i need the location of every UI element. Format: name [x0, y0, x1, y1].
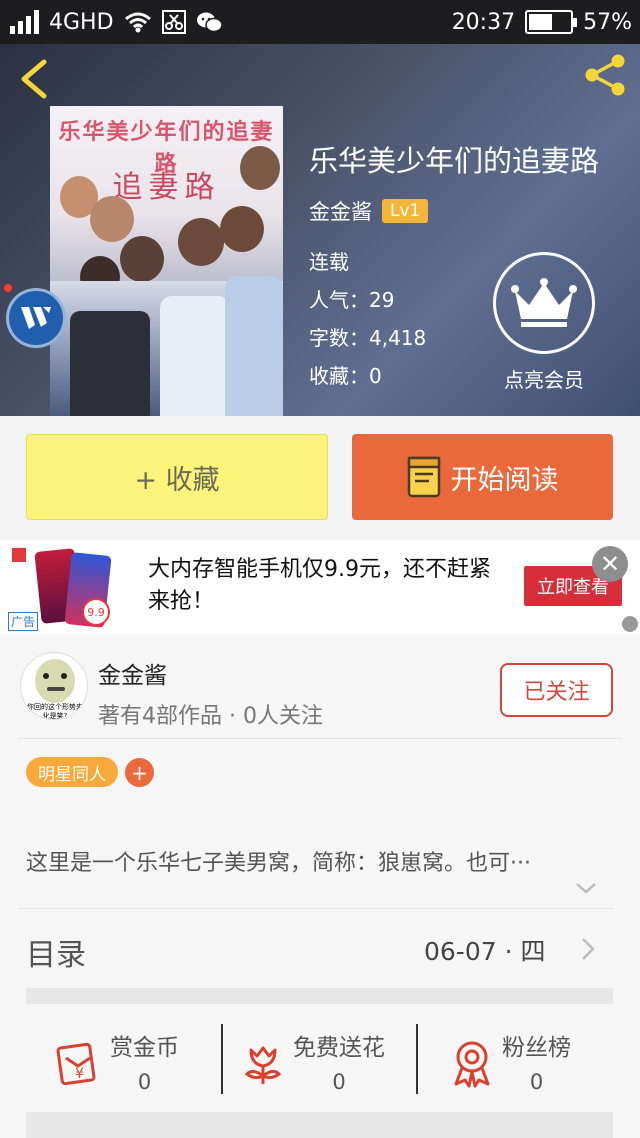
- share-icon[interactable]: [582, 52, 628, 98]
- back-icon[interactable]: [16, 58, 52, 100]
- reward-coins-button[interactable]: ¥ 赏金币 0: [56, 1028, 179, 1094]
- ribbon-medal-icon: [454, 1041, 490, 1088]
- stat-label: 免费送花: [293, 1035, 385, 1061]
- chevron-down-icon[interactable]: [574, 880, 598, 896]
- stat-label: 赏金币: [110, 1035, 179, 1061]
- collect-label: + 收藏: [134, 464, 220, 496]
- add-tag-button[interactable]: +: [125, 758, 154, 787]
- coin-envelope-icon: ¥: [56, 1042, 96, 1086]
- stat-value: 0: [137, 1070, 152, 1094]
- toc-label[interactable]: 目录: [26, 930, 86, 974]
- divider: [416, 1024, 418, 1094]
- send-flower-button[interactable]: 免费送花 0: [243, 1028, 385, 1094]
- divider: [221, 1024, 223, 1094]
- book-status: 连载: [309, 250, 349, 274]
- app-logo-icon: [21, 307, 51, 329]
- section-separator: [26, 1112, 613, 1138]
- author-name[interactable]: 金金酱: [98, 656, 167, 690]
- ad-choices-icon[interactable]: [622, 616, 638, 632]
- book-cover[interactable]: 乐华美少年们的追妻路 追妻路: [50, 106, 283, 416]
- vip-label: 点亮会员: [504, 368, 584, 392]
- book-author[interactable]: 金金酱: [309, 196, 372, 226]
- book-description[interactable]: 这里是一个乐华七子美男窝，简称：狼崽窝。也可···: [26, 845, 531, 877]
- book-word-count: 字数：4,418: [309, 326, 427, 350]
- scissors-icon: [161, 10, 186, 34]
- clock: 20:37: [451, 9, 516, 35]
- battery-icon: [525, 10, 578, 34]
- crown-icon: [511, 278, 577, 327]
- vip-button[interactable]: [493, 252, 595, 354]
- book-favorites: 收藏：0: [309, 364, 382, 388]
- divider: [18, 738, 622, 739]
- ad-banner[interactable]: 9.9 广告 大内存智能手机仅9.9元，还不赶紧来抢！ 立即查看 ✕: [0, 540, 640, 634]
- follow-button[interactable]: 已关注: [500, 663, 613, 717]
- floating-action-button[interactable]: [6, 288, 66, 348]
- section-separator: [26, 988, 613, 1004]
- stat-label: 粉丝榜: [502, 1035, 571, 1061]
- wifi-icon: [124, 12, 151, 33]
- book-popularity: 人气：29: [309, 288, 395, 312]
- genre-tag[interactable]: 明星同人: [26, 757, 118, 787]
- book-author-row: 金金酱 Lv1: [309, 196, 429, 226]
- start-reading-button[interactable]: 开始阅读: [352, 434, 613, 520]
- avatar-caption-2: 化是笑?: [42, 712, 68, 720]
- avatar-caption-1: 你回的这个形势来: [27, 703, 83, 711]
- network-type: 4GHD: [49, 9, 114, 35]
- toc-latest-date[interactable]: 06-07 · 四: [424, 932, 546, 968]
- wechat-icon: [196, 12, 223, 33]
- ad-close-button[interactable]: ✕: [592, 546, 628, 582]
- ad-text: 大内存智能手机仅9.9元，还不赶紧来抢！: [148, 557, 491, 614]
- author-stats: 著有4部作品 · 0人关注: [98, 704, 323, 729]
- battery-percent: 57%: [583, 9, 632, 35]
- book-title: 乐华美少年们的追妻路: [309, 144, 600, 178]
- flower-icon: [244, 1046, 282, 1084]
- collect-button[interactable]: + 收藏: [26, 434, 328, 520]
- stat-value: 0: [332, 1070, 346, 1094]
- signal-icon: [10, 10, 39, 34]
- start-reading-label: 开始阅读: [450, 464, 559, 496]
- author-level-badge: Lv1: [382, 199, 429, 223]
- notification-dot: [4, 284, 12, 292]
- svg-text:¥: ¥: [75, 1066, 84, 1082]
- avatar[interactable]: 你回的这个形势来 化是笑?: [20, 652, 88, 720]
- chevron-right-icon[interactable]: [580, 936, 596, 962]
- ad-price-badge: 9.9: [82, 598, 110, 626]
- ad-tag: 广告: [8, 612, 39, 631]
- fan-rank-button[interactable]: 粉丝榜 0: [452, 1028, 571, 1094]
- book-icon: [407, 456, 440, 498]
- status-bar: 4GHD 20:37 57%: [0, 0, 640, 44]
- stat-value: 0: [529, 1070, 544, 1094]
- divider: [18, 908, 614, 909]
